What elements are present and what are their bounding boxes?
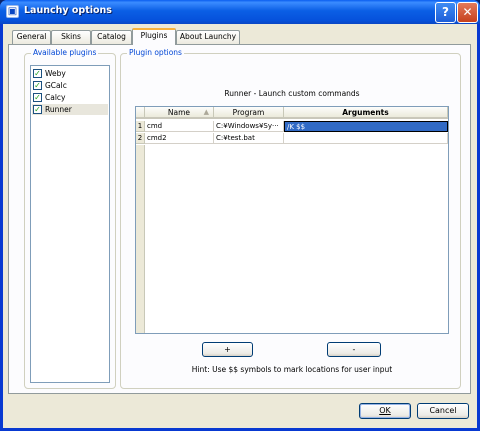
- plugin-checkbox-gcalc[interactable]: ✓: [33, 81, 42, 90]
- hint-text: Hint: Use $$ symbols to mark locations f…: [191, 365, 393, 374]
- row-header-strip: [136, 145, 145, 333]
- launchy-app-icon: ▣: [6, 5, 19, 18]
- question-icon: ?: [442, 5, 449, 19]
- column-header-label: Arguments: [342, 108, 389, 117]
- column-header-name[interactable]: Name ▲: [145, 107, 214, 119]
- runner-title: Runner - Launch custom commands: [224, 89, 360, 98]
- plugin-checkbox-calcy[interactable]: ✓: [33, 93, 42, 102]
- plugin-item-calcy[interactable]: ✓ Calcy: [32, 92, 108, 103]
- table-cell-name[interactable]: cmd: [145, 121, 214, 132]
- row-header-corner: [136, 107, 145, 119]
- plugin-label: Calcy: [45, 93, 66, 102]
- plugin-checkbox-runner[interactable]: ✓: [33, 105, 42, 114]
- plugin-options-label: Plugin options: [127, 48, 184, 57]
- close-icon: ✕: [462, 5, 473, 19]
- plugin-label: GCalc: [45, 81, 67, 90]
- plugin-checkbox-weby[interactable]: ✓: [33, 69, 42, 78]
- tab-skins[interactable]: Skins: [51, 30, 91, 44]
- table-cell-name[interactable]: cmd2: [145, 133, 214, 144]
- add-command-button[interactable]: +: [202, 342, 253, 357]
- plugin-item-runner[interactable]: ✓ Runner: [32, 104, 108, 115]
- tab-plugins[interactable]: Plugins: [132, 28, 176, 45]
- ok-button[interactable]: OK: [359, 403, 411, 419]
- close-button[interactable]: ✕: [457, 2, 478, 23]
- table-cell-program[interactable]: C:¥test.bat: [214, 133, 284, 144]
- ok-button-label: OK: [379, 406, 391, 415]
- help-button[interactable]: ?: [435, 2, 456, 23]
- cancel-button[interactable]: Cancel: [417, 403, 469, 419]
- window-title: Launchy options: [24, 5, 112, 16]
- column-header-program[interactable]: Program: [214, 107, 284, 119]
- tab-general[interactable]: General: [12, 30, 51, 44]
- table-cell-arguments[interactable]: /K $$: [284, 121, 448, 132]
- title-bar[interactable]: ▣ Launchy options ? ✕: [0, 0, 480, 24]
- plugin-item-weby[interactable]: ✓ Weby: [32, 68, 108, 79]
- column-header-arguments[interactable]: Arguments: [284, 107, 448, 119]
- column-header-label: Name: [167, 108, 191, 117]
- plugin-label: Weby: [45, 69, 66, 78]
- plugin-label: Runner: [45, 105, 72, 114]
- plugin-item-gcalc[interactable]: ✓ GCalc: [32, 80, 108, 91]
- tab-about-launchy[interactable]: About Launchy: [176, 30, 240, 44]
- plugin-list[interactable]: ✓ Weby ✓ GCalc ✓ Calcy ✓ Runner: [30, 65, 110, 383]
- column-header-label: Program: [232, 108, 265, 117]
- runner-commands-table[interactable]: Name ▲ Program Arguments 1 cmd C:¥Window…: [135, 106, 449, 334]
- row-number[interactable]: 2: [136, 133, 145, 144]
- row-number[interactable]: 1: [136, 121, 145, 132]
- available-plugins-label: Available plugins: [31, 48, 99, 57]
- tab-catalog[interactable]: Catalog: [91, 30, 132, 44]
- table-cell-arguments[interactable]: [284, 133, 448, 144]
- sort-ascending-icon: ▲: [203, 108, 209, 116]
- remove-command-button[interactable]: -: [327, 342, 381, 357]
- table-cell-program[interactable]: C:¥Windows¥Sy···: [214, 121, 284, 132]
